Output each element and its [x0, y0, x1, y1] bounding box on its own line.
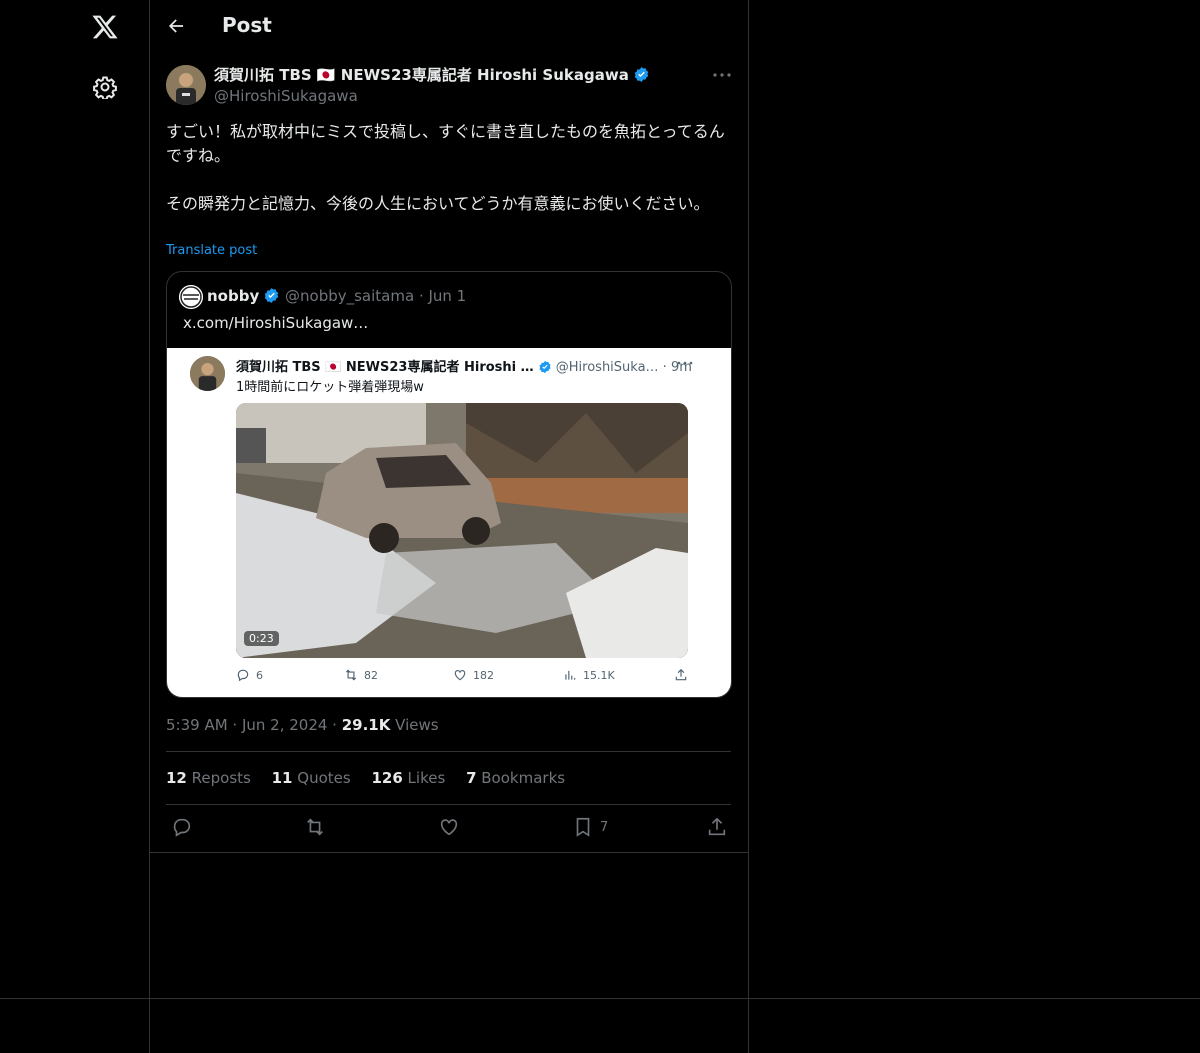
- screenshot-reply: 6: [236, 668, 263, 682]
- author-name-row[interactable]: 須賀川拓 TBS 🇯🇵 NEWS23専属記者 Hiroshi Sukagawa: [214, 64, 650, 85]
- author-name[interactable]: 須賀川拓 TBS 🇯🇵 NEWS23専属記者 Hiroshi Sukagawa: [214, 66, 629, 84]
- quoted-avatar-image: [179, 285, 203, 309]
- share-icon: [675, 668, 687, 681]
- x-logo-icon[interactable]: [91, 13, 119, 41]
- screenshot-like-count: 182: [473, 668, 494, 682]
- verified-badge-icon: [634, 67, 649, 82]
- likes-stat[interactable]: 126 Likes: [371, 769, 445, 787]
- reposts-label: Reposts: [186, 769, 251, 787]
- divider: [149, 852, 748, 853]
- quoted-handle-date: @nobby_saitama · Jun 1: [280, 287, 467, 305]
- gear-icon[interactable]: [93, 75, 117, 99]
- views-label: Views: [390, 716, 439, 734]
- translate-post-link[interactable]: Translate post: [166, 243, 257, 258]
- quoted-author-name: nobby: [207, 287, 260, 305]
- screenshot-avatar-image: [190, 356, 225, 391]
- burned-car-video: 0:23: [236, 403, 688, 658]
- heart-icon: [440, 819, 458, 836]
- screenshot-handle-time: @HiroshiSuka… · 9m: [551, 360, 692, 375]
- repost-icon: [307, 818, 323, 836]
- share-button[interactable]: [706, 816, 728, 838]
- verified-badge-icon: [539, 360, 551, 374]
- like-button[interactable]: [438, 816, 460, 838]
- quotes-stat[interactable]: 11 Quotes: [272, 769, 351, 787]
- reply-button[interactable]: [171, 816, 193, 838]
- quoted-post[interactable]: nobby @nobby_saitama · Jun 1 x.com/Hiros…: [166, 271, 732, 698]
- screenshot-repost: 82: [344, 668, 378, 682]
- bookmarks-label: Bookmarks: [476, 769, 566, 787]
- repost-button[interactable]: [304, 816, 326, 838]
- post-action-bar: 7: [166, 816, 731, 840]
- page-title: Post: [222, 13, 272, 37]
- verified-badge-icon: [265, 288, 279, 303]
- screenshot-text: 1時間前にロケット弾着弾現場w: [236, 380, 424, 395]
- bottom-left-panel: [0, 999, 150, 1053]
- bookmark-button[interactable]: 7: [572, 816, 608, 838]
- quotes-count: 11: [271, 769, 293, 787]
- reposts-count: 12: [166, 769, 187, 787]
- more-options-icon[interactable]: [712, 70, 732, 80]
- post-metadata: 5:39 AM · Jun 2, 2024 · 29.1K Views: [166, 716, 439, 734]
- video-duration: 0:23: [244, 631, 279, 646]
- page-header: Post: [149, 0, 748, 53]
- quoted-text: x.com/HiroshiSukagaw…: [183, 314, 369, 332]
- main-column: Post 須賀川拓 TBS 🇯🇵 NEWS23専属記者 Hiroshi Suka…: [149, 0, 749, 1000]
- screenshot-header: 須賀川拓 TBS 🇯🇵 NEWS23専属記者 Hiroshi … @Hirosh…: [236, 356, 692, 375]
- author-handle[interactable]: @HiroshiSukagawa: [214, 87, 358, 105]
- screenshot-avatar: [190, 356, 225, 391]
- author-photo: [166, 65, 206, 105]
- bookmark-count: 7: [600, 819, 609, 835]
- quoted-author-avatar: [179, 285, 203, 309]
- back-arrow-icon[interactable]: [166, 16, 186, 36]
- screenshot-views: 15.1K: [563, 668, 615, 682]
- screenshot-views-count: 15.1K: [583, 668, 615, 682]
- post-timestamp[interactable]: 5:39 AM · Jun 2, 2024 ·: [166, 716, 342, 734]
- heart-icon: [454, 670, 466, 681]
- screenshot-reply-count: 6: [256, 668, 263, 682]
- likes-count: 126: [371, 769, 403, 787]
- bookmarks-stat[interactable]: 7 Bookmarks: [466, 769, 565, 787]
- divider: [166, 804, 731, 805]
- bottom-main-panel: [149, 999, 749, 1053]
- post-text: すごい！私が取材中にミスで投稿し、すぐに書き直したものを魚拓とってるんですね。 …: [166, 122, 725, 213]
- likes-label: Likes: [402, 769, 446, 787]
- quotes-label: Quotes: [292, 769, 351, 787]
- bookmarks-count: 7: [466, 769, 477, 787]
- repost-icon: [345, 669, 357, 681]
- divider: [166, 751, 731, 752]
- views-chart-icon: [565, 670, 576, 680]
- more-options-icon: [677, 361, 693, 365]
- quoted-screenshot-image: 須賀川拓 TBS 🇯🇵 NEWS23専属記者 Hiroshi … @Hirosh…: [167, 348, 731, 697]
- reply-icon: [237, 669, 249, 682]
- screenshot-like: 182: [453, 668, 494, 682]
- left-nav: [0, 0, 150, 1000]
- views-count: 29.1K: [341, 716, 391, 734]
- bookmark-icon: [576, 817, 590, 837]
- burned-car-scene: [236, 403, 688, 658]
- engagement-stats: 12 Reposts 11 Quotes 126 Likes 7 Bookmar…: [166, 769, 581, 787]
- screenshot-action-bar: 6 82 182 15.1K: [236, 668, 696, 688]
- reply-icon: [173, 818, 191, 837]
- screenshot-share: [674, 668, 688, 682]
- reposts-stat[interactable]: 12 Reposts: [166, 769, 251, 787]
- quoted-header: nobby @nobby_saitama · Jun 1: [207, 287, 466, 305]
- screenshot-author-name: 須賀川拓 TBS 🇯🇵 NEWS23専属記者 Hiroshi …: [236, 360, 534, 375]
- screenshot-repost-count: 82: [364, 668, 378, 682]
- author-avatar[interactable]: [166, 65, 206, 105]
- share-icon: [708, 817, 726, 836]
